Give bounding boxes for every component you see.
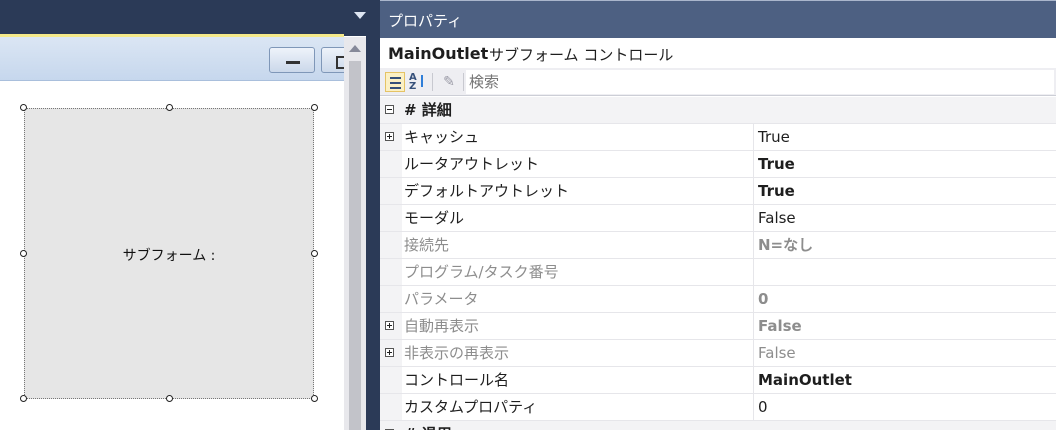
row-gutter [380,205,402,231]
property-row[interactable]: 非表示の再表示 False [380,340,1056,367]
categorized-view-icon[interactable] [385,72,405,92]
property-name: コントロール名 [402,367,754,393]
property-value[interactable]: MainOutlet [754,367,1056,393]
property-name: ルータアウトレット [402,151,754,177]
category-label: # 詳細 [404,101,452,119]
property-row[interactable]: デフォルトアウトレット True [380,178,1056,205]
property-name: パラメータ [402,286,754,312]
property-value[interactable]: True [754,178,1056,204]
property-row[interactable]: ルータアウトレット True [380,151,1056,178]
property-value[interactable]: 0 [754,286,1056,312]
property-value[interactable]: False [754,205,1056,231]
row-gutter [380,232,402,258]
selected-object-line[interactable]: MainOutlet サブフォーム コントロール [380,38,1056,68]
row-gutter [380,151,402,177]
expand-icon[interactable] [385,321,394,330]
row-gutter [380,259,402,285]
property-value[interactable]: N=なし [754,232,1056,258]
property-row[interactable]: 自動再表示 False [380,313,1056,340]
minimize-button[interactable] [269,47,315,73]
property-row[interactable]: モーダル False [380,205,1056,232]
property-value[interactable]: 0 [754,394,1056,420]
resize-handle-s[interactable] [166,395,173,402]
object-type: サブフォーム コントロール [489,46,674,64]
property-name: デフォルトアウトレット [402,178,754,204]
property-value[interactable] [754,259,1056,285]
properties-toolbar: AZ ✎ [380,68,1056,96]
property-name: モーダル [402,205,754,231]
property-value[interactable]: False [754,313,1056,339]
resize-handle-nw[interactable] [20,104,27,111]
resize-handle-e[interactable] [311,250,318,257]
property-name: キャッシュ [402,124,754,150]
property-grid: # 詳細 キャッシュ True ルータアウトレット True デフォルトアウトレット Tr… [380,97,1056,430]
form-designer: サブフォーム : [0,0,380,430]
toolbar-separator [463,73,464,91]
property-name: カスタムプロパティ [402,394,754,420]
property-row[interactable]: プログラム/タスク番号 [380,259,1056,286]
property-row[interactable]: カスタムプロパティ 0 [380,394,1056,421]
category-row-next[interactable]: # 退用 [380,421,1056,430]
resize-handle-ne[interactable] [311,104,318,111]
panel-splitter[interactable] [366,0,380,430]
expand-icon[interactable] [385,348,394,357]
search-input[interactable] [466,70,1054,94]
document-tab-bar [0,0,380,36]
collapse-icon[interactable] [385,105,394,114]
row-gutter [380,367,402,393]
property-row[interactable]: コントロール名 MainOutlet [380,367,1056,394]
vertical-scrollbar[interactable] [344,37,366,430]
property-name: 接続先 [402,232,754,258]
subform-control[interactable]: サブフォーム : [24,108,314,399]
property-value[interactable]: True [754,151,1056,177]
form-title-bar [0,37,367,81]
property-row[interactable]: 接続先 N=なし [380,232,1056,259]
tab-dropdown-icon[interactable] [354,12,366,19]
row-gutter [380,178,402,204]
row-gutter [380,286,402,312]
property-name: 自動再表示 [402,313,754,339]
resize-handle-w[interactable] [20,250,27,257]
properties-title: プロパティ [388,12,463,30]
property-value[interactable]: False [754,340,1056,366]
properties-panel: プロパティ MainOutlet サブフォーム コントロール AZ ✎ # 詳細… [380,0,1056,430]
properties-title-bar: プロパティ [380,0,1056,38]
category-row-detail[interactable]: # 詳細 [380,97,1056,124]
wrench-icon[interactable]: ✎ [439,72,459,92]
object-name: MainOutlet [388,44,489,63]
alphabetical-sort-icon[interactable]: AZ [408,72,428,92]
property-name: 非表示の再表示 [402,340,754,366]
toolbar-separator [432,73,433,91]
expand-icon[interactable] [385,132,394,141]
property-value[interactable]: True [754,124,1056,150]
row-gutter [380,394,402,420]
property-row[interactable]: キャッシュ True [380,124,1056,151]
property-row[interactable]: パラメータ 0 [380,286,1056,313]
category-label: # 退用 [402,421,452,430]
scroll-thumb[interactable] [349,61,361,430]
resize-handle-se[interactable] [311,395,318,402]
minimize-icon [286,61,300,64]
property-name: プログラム/タスク番号 [402,259,754,285]
resize-handle-sw[interactable] [20,395,27,402]
scroll-up-icon[interactable] [349,45,361,52]
subform-label: サブフォーム : [122,248,216,264]
resize-handle-n[interactable] [166,104,173,111]
